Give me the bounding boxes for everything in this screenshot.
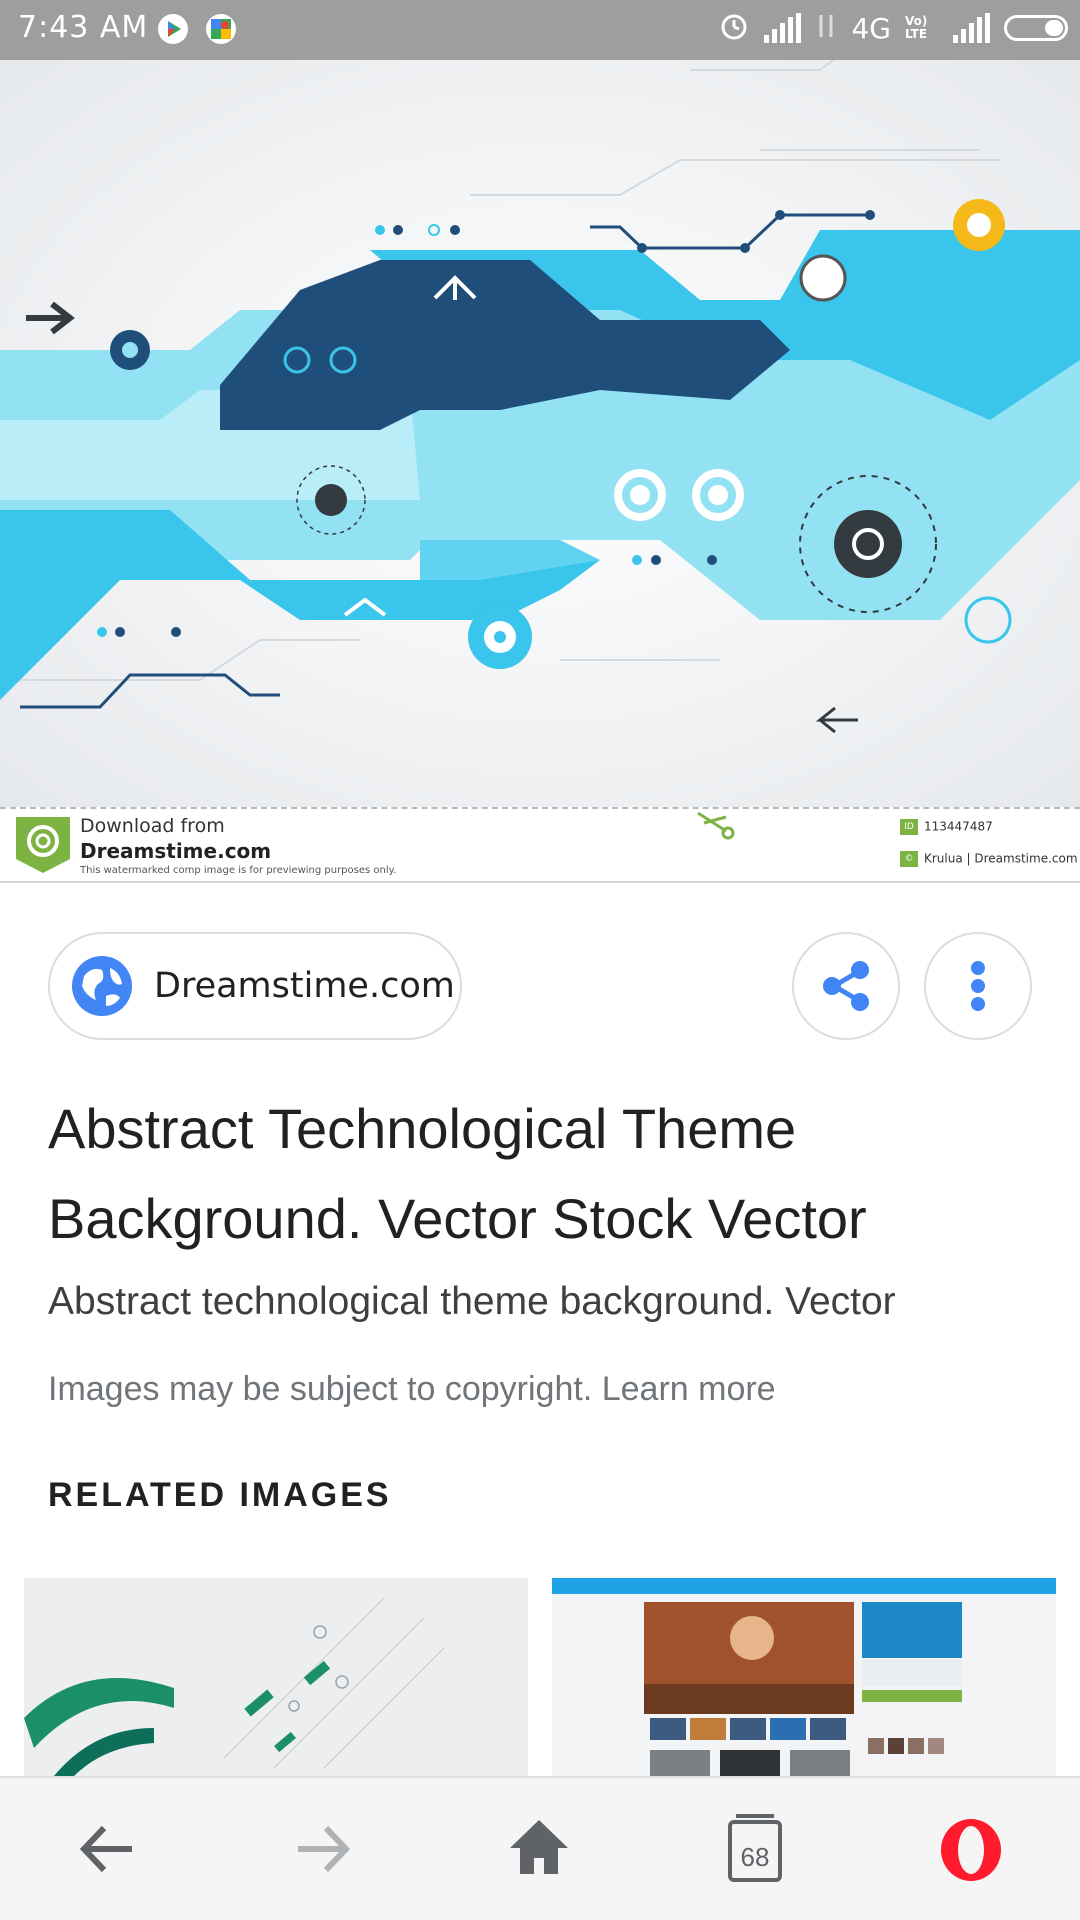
status-right-group: 4G Vo) LTE	[718, 10, 1068, 46]
watermark-note: This watermarked comp image is for previ…	[80, 865, 397, 876]
related-thumb-art	[552, 1578, 1056, 1776]
watermark-bar: Download from Dreamstime.com This waterm…	[0, 807, 1080, 883]
arrow-back-icon	[79, 1825, 132, 1873]
copyright-notice[interactable]: Images may be subject to copyright. Lear…	[48, 1370, 776, 1409]
signal-icon	[953, 13, 990, 43]
source-link-chip[interactable]: Dreamstime.com	[48, 932, 462, 1040]
tab-count: 68	[740, 1842, 770, 1872]
forward-button[interactable]	[278, 1804, 368, 1894]
watermark-download-from: Download from	[80, 815, 225, 837]
result-title[interactable]: Abstract Technological Theme Background.…	[48, 1084, 1032, 1264]
more-vert-icon	[971, 961, 985, 1011]
data-arrows-icon	[815, 11, 837, 45]
tech-background-illustration	[0, 60, 1080, 807]
watermark-credit: Krulua | Dreamstime.com	[924, 851, 1078, 866]
watermark-id: 113447487	[924, 819, 993, 834]
status-bar: 7:43 AM 4G Vo) LTE	[0, 0, 1080, 60]
watermark-id-badge: ID	[900, 819, 918, 835]
dreamstime-logo-icon	[16, 817, 70, 873]
network-type: 4G	[851, 11, 891, 45]
source-label: Dreamstime.com	[154, 966, 455, 1006]
alarm-icon	[718, 10, 750, 46]
tabs-button[interactable]: 68	[710, 1804, 800, 1894]
browser-bottom-bar: 68	[0, 1776, 1080, 1920]
maps-icon	[206, 14, 236, 44]
globe-icon	[72, 956, 132, 1016]
related-thumb-art	[24, 1597, 445, 1776]
opera-logo-icon	[941, 1819, 1001, 1881]
watermark-id-row: ID 113447487	[900, 819, 993, 835]
related-image-thumbnail[interactable]	[24, 1578, 528, 1776]
related-image-thumbnail[interactable]	[552, 1578, 1056, 1776]
watermark-credit-row: © Krulua | Dreamstime.com	[900, 851, 1078, 867]
back-button[interactable]	[62, 1804, 152, 1894]
more-options-button[interactable]	[924, 932, 1032, 1040]
related-images-heading: RELATED IMAGES	[48, 1476, 392, 1514]
share-button[interactable]	[792, 932, 900, 1040]
volte-badge: Vo) LTE	[905, 14, 928, 41]
result-description: Abstract technological theme background.…	[48, 1280, 896, 1323]
result-image[interactable]	[0, 60, 1080, 807]
share-icon	[823, 961, 869, 1011]
home-icon	[510, 1820, 568, 1874]
arrow-forward-icon	[298, 1825, 351, 1873]
scissors-icon	[690, 811, 740, 845]
play-store-icon	[158, 14, 188, 44]
watermark-site: Dreamstime.com	[80, 839, 272, 863]
status-time: 7:43 AM	[18, 10, 149, 45]
home-button[interactable]	[494, 1804, 584, 1894]
battery-icon	[1004, 15, 1068, 41]
copyright-icon: ©	[900, 851, 918, 867]
signal-icon	[764, 13, 802, 43]
opera-menu-button[interactable]	[926, 1804, 1016, 1894]
